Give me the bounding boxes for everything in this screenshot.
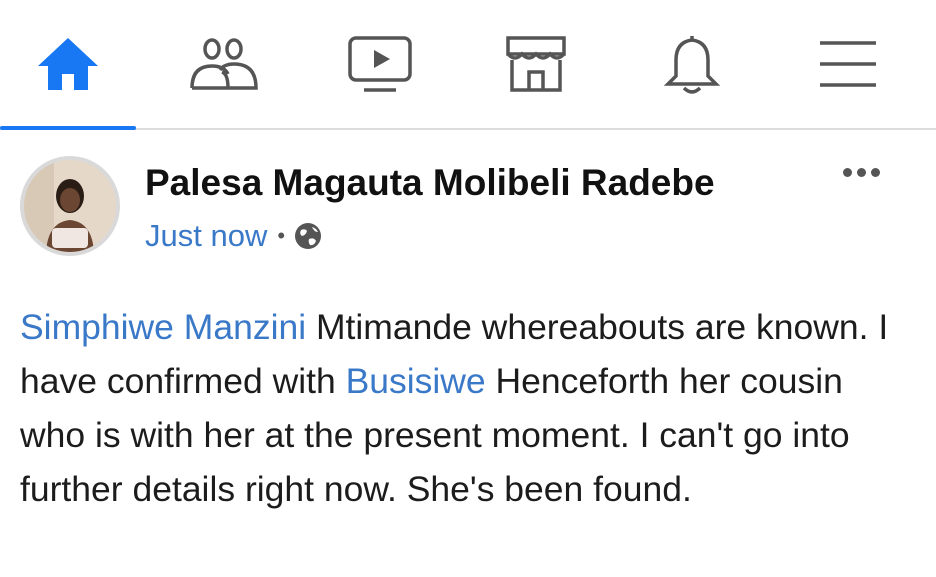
post-options-button[interactable] xyxy=(843,168,880,177)
avatar-photo xyxy=(24,160,116,252)
more-dot xyxy=(871,168,880,177)
bell-icon xyxy=(663,36,721,94)
more-dot xyxy=(843,168,852,177)
hamburger-menu-icon xyxy=(820,41,876,87)
post-body-text: Simphiwe Manzini Mtimande whereabouts ar… xyxy=(20,300,910,516)
post-meta: Just now • xyxy=(145,218,323,254)
nav-tab-menu[interactable] xyxy=(780,0,916,128)
top-navigation-bar xyxy=(0,0,936,130)
home-icon xyxy=(38,38,98,90)
post-timestamp[interactable]: Just now xyxy=(145,218,267,254)
mention-link[interactable]: Busisiwe xyxy=(346,361,486,401)
post-author-name[interactable]: Palesa Magauta Molibeli Radebe xyxy=(145,162,715,204)
meta-separator: • xyxy=(277,223,286,248)
mention-link[interactable]: Simphiwe Manzini xyxy=(20,307,306,347)
nav-tab-notifications[interactable] xyxy=(624,0,760,128)
globe-icon[interactable] xyxy=(293,221,323,251)
watch-icon xyxy=(348,36,412,92)
post-card: Palesa Magauta Molibeli Radebe Just now … xyxy=(0,130,936,577)
nav-tab-home[interactable] xyxy=(0,0,136,130)
marketplace-icon xyxy=(506,36,566,92)
more-dot xyxy=(857,168,866,177)
nav-tab-friends[interactable] xyxy=(156,0,292,128)
friends-icon xyxy=(190,38,258,90)
nav-tab-marketplace[interactable] xyxy=(468,0,604,128)
nav-tab-watch[interactable] xyxy=(312,0,448,128)
author-avatar[interactable] xyxy=(20,156,120,256)
